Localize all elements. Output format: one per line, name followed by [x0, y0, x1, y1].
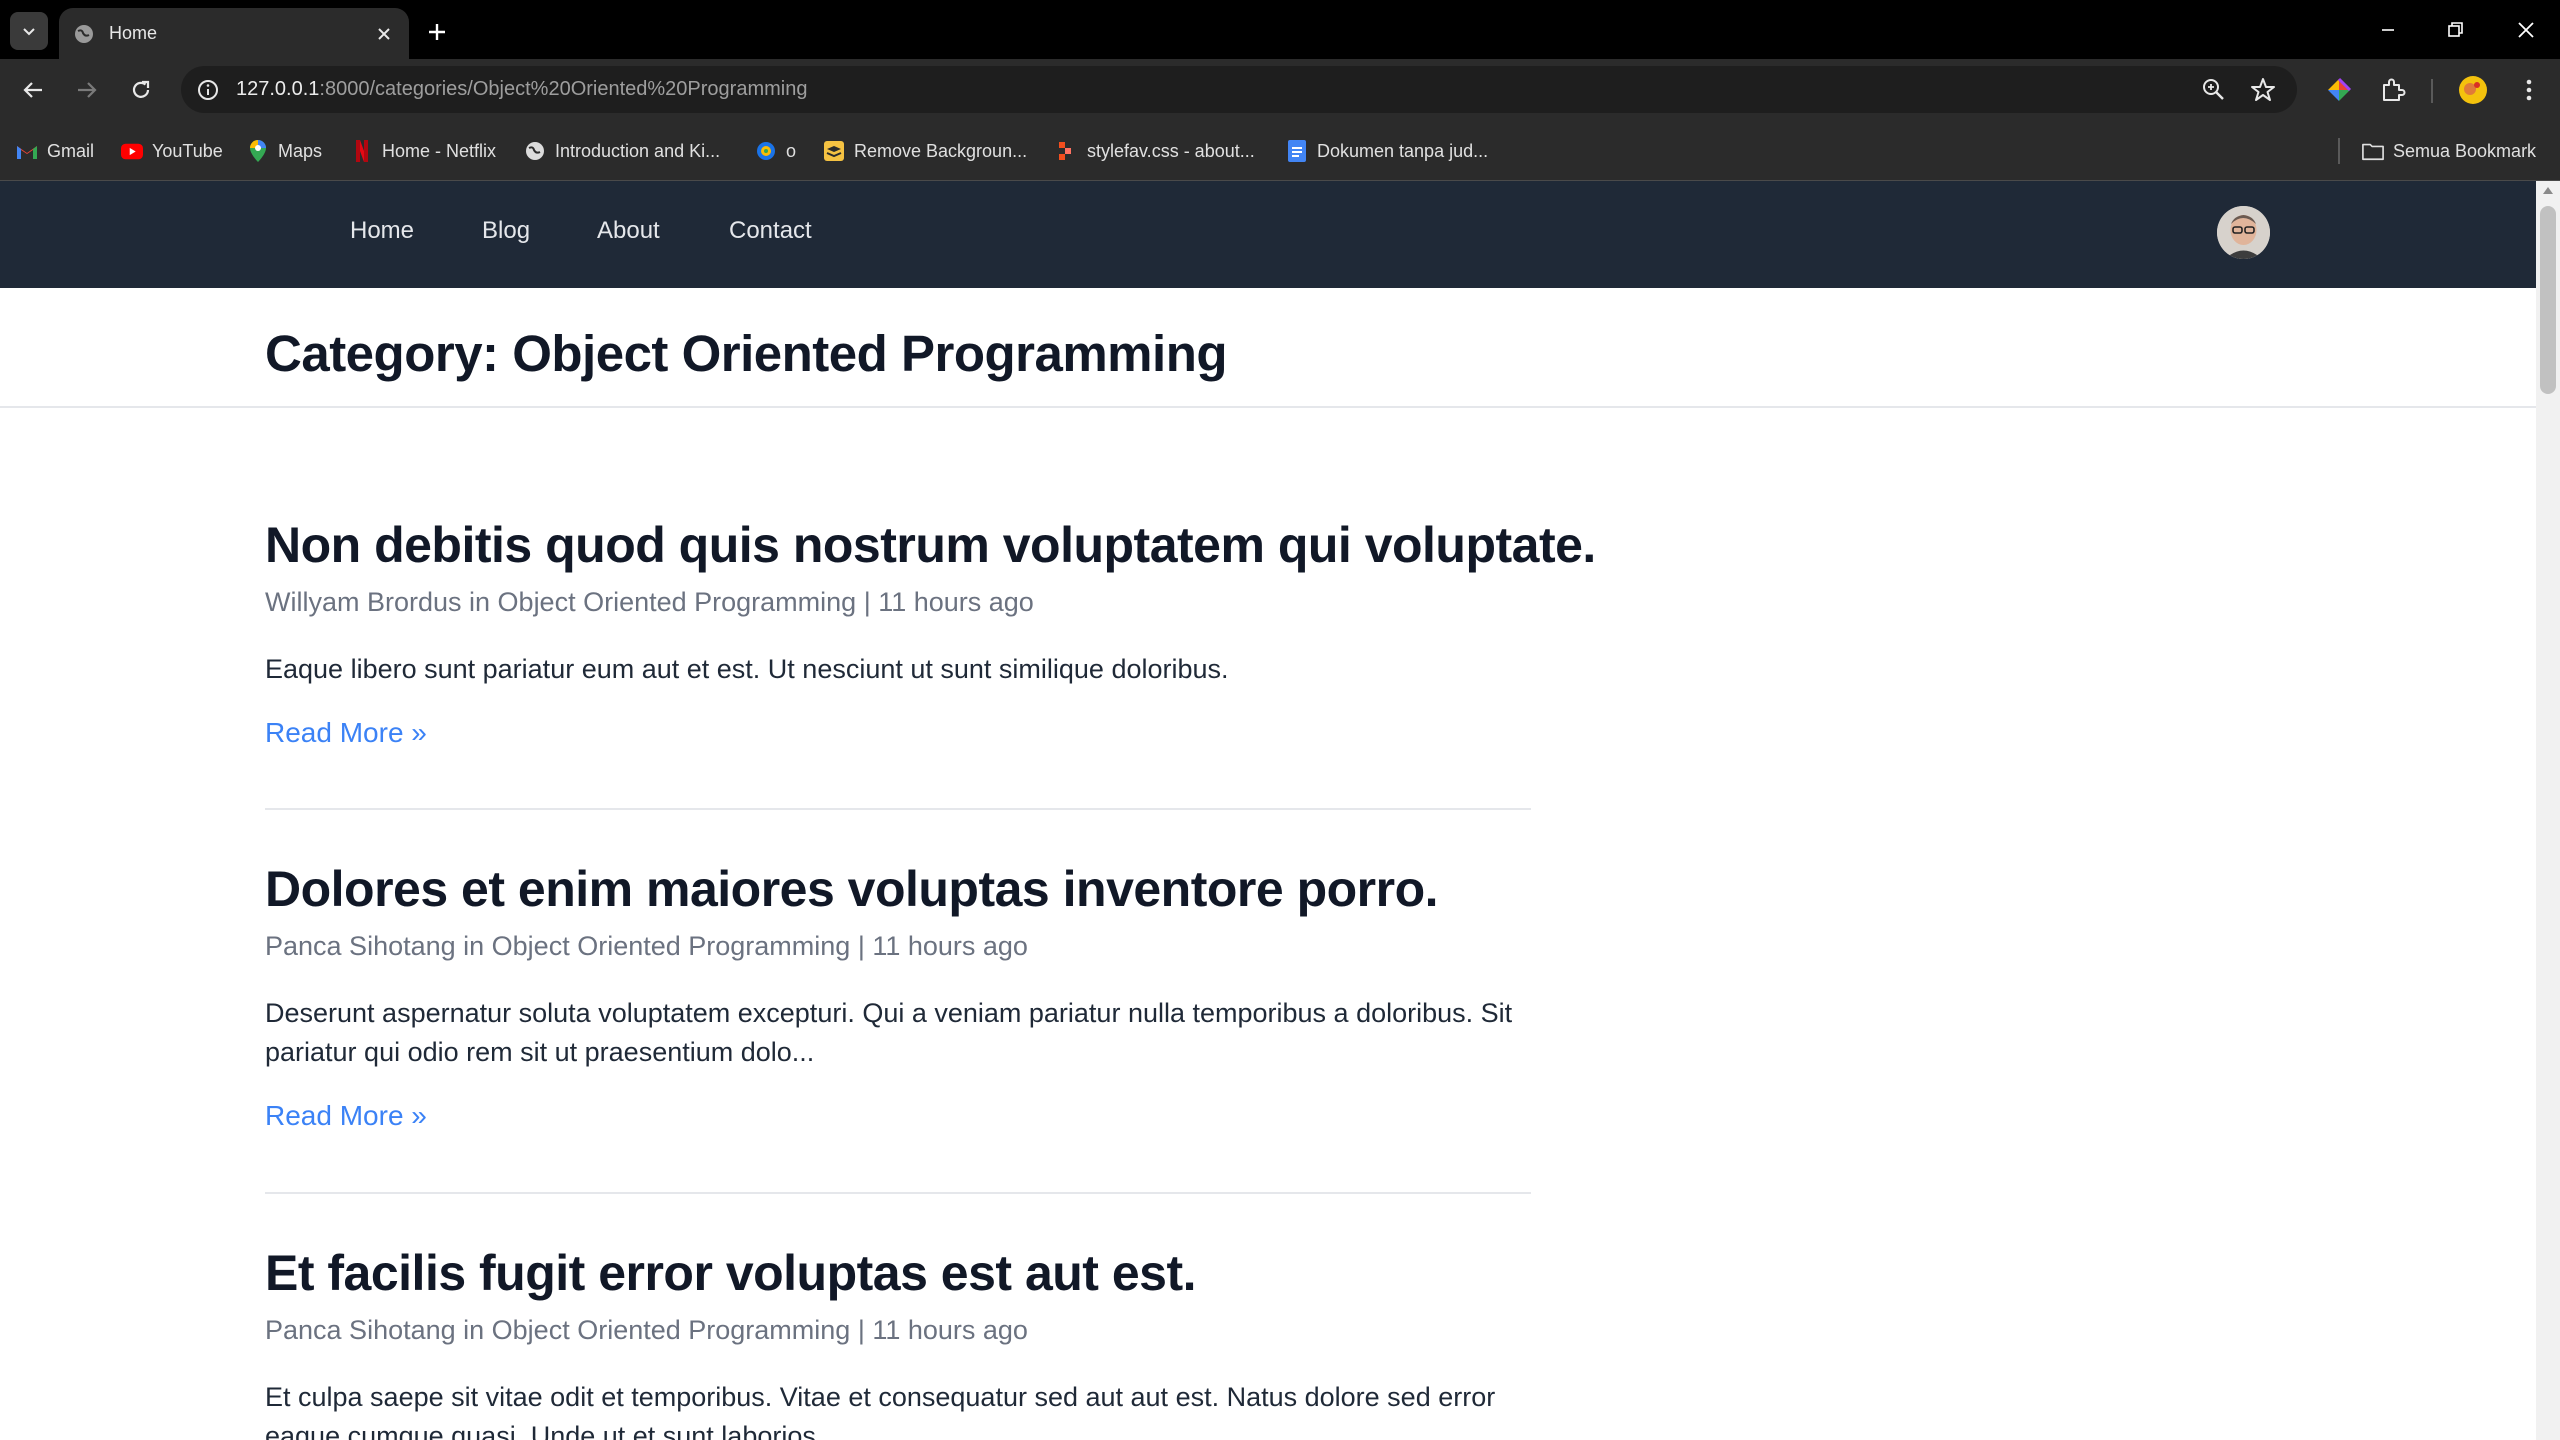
kebab-menu-icon — [2526, 79, 2532, 101]
arrow-left-icon — [23, 82, 42, 98]
nav-link-blog[interactable]: Blog — [482, 217, 530, 245]
active-tab[interactable]: Home — [59, 8, 409, 59]
menu-button[interactable] — [2512, 73, 2546, 107]
info-icon — [198, 80, 218, 100]
nav-link-home[interactable]: Home — [350, 217, 414, 245]
profile-avatar-icon — [2459, 76, 2487, 104]
bookmark-dokumen[interactable]: Dokumen tanpa jud... — [1286, 137, 1488, 165]
zoom-icon[interactable] — [2201, 77, 2227, 103]
page-title: Category: Object Oriented Programming — [265, 325, 1228, 382]
scroll-up-arrow-icon[interactable] — [2543, 187, 2553, 194]
address-bar[interactable]: 127.0.0.1:8000/categories/Object%20Orien… — [181, 66, 2297, 113]
read-more-link[interactable]: Read More » — [265, 1100, 427, 1132]
tab-search-button[interactable] — [10, 12, 48, 50]
bookmark-star-icon[interactable] — [2249, 76, 2277, 104]
page-scrollbar[interactable] — [2536, 181, 2560, 1440]
extension-site-icon — [757, 142, 775, 160]
read-more-link[interactable]: Read More » — [265, 717, 427, 749]
gmail-icon — [17, 145, 37, 159]
post-title[interactable]: Non debitis quod quis nostrum voluptatem… — [265, 517, 1596, 575]
extensions-button[interactable] — [2376, 73, 2410, 107]
bookmark-netflix[interactable]: Home - Netflix — [351, 137, 496, 165]
bookmark-stylefav[interactable]: stylefav.css - about... — [1056, 137, 1255, 165]
back-button[interactable] — [14, 71, 52, 109]
category-header: Category: Object Oriented Programming — [0, 288, 2536, 408]
site-info-button[interactable] — [195, 77, 221, 103]
post-item: Non debitis quod quis nostrum voluptatem… — [265, 517, 1596, 749]
post-title[interactable]: Dolores et enim maiores voluptas invento… — [265, 861, 1531, 919]
bookmarks-separator — [2338, 138, 2340, 164]
globe-icon — [526, 142, 544, 160]
docs-icon — [1288, 140, 1306, 162]
color-extension-button[interactable] — [2322, 73, 2356, 107]
color-wheel-icon — [2328, 77, 2352, 101]
close-window-button[interactable] — [2502, 12, 2550, 48]
close-tab-button[interactable] — [373, 23, 395, 45]
folder-icon — [2362, 143, 2384, 161]
page-viewport: Home Blog About Contact Category: Object… — [0, 181, 2536, 1440]
bookmark-remove-background[interactable]: Remove Backgroun... — [823, 137, 1027, 165]
profile-button[interactable] — [2456, 73, 2490, 107]
youtube-icon — [121, 143, 143, 159]
new-tab-button[interactable] — [420, 15, 454, 49]
post-item: Et facilis fugit error voluptas est aut … — [265, 1245, 1531, 1440]
bookmark-introduction[interactable]: Introduction and Ki... — [524, 137, 720, 165]
bookmark-o[interactable]: o — [755, 137, 796, 165]
browser-toolbar: 127.0.0.1:8000/categories/Object%20Orien… — [0, 59, 2560, 120]
post-item: Dolores et enim maiores voluptas invento… — [265, 861, 1531, 1132]
plus-icon — [429, 24, 445, 40]
post-title[interactable]: Et facilis fugit error voluptas est aut … — [265, 1245, 1531, 1303]
site-navbar: Home Blog About Contact — [0, 181, 2536, 288]
post-meta: Willyam Brordus in Object Oriented Progr… — [265, 586, 1034, 617]
post-excerpt: Eaque libero sunt pariatur eum aut et es… — [265, 653, 1229, 684]
close-icon — [378, 27, 390, 40]
bookmarks-bar: Gmail YouTube Maps Home - Netflix Introd… — [0, 120, 2560, 181]
toolbar-divider — [2431, 79, 2433, 103]
netflix-icon — [356, 140, 368, 162]
avatar-photo-icon — [2217, 206, 2270, 259]
post-divider — [265, 808, 1531, 810]
globe-icon — [75, 24, 93, 43]
minimize-icon — [2382, 29, 2394, 31]
reload-button[interactable] — [122, 71, 160, 109]
forward-button[interactable] — [68, 71, 106, 109]
browser-tab-bar: Home — [0, 0, 2560, 59]
user-avatar[interactable] — [2217, 206, 2270, 259]
post-meta: Panca Sihotang in Object Oriented Progra… — [265, 930, 1028, 961]
bookmark-maps[interactable]: Maps — [247, 137, 322, 165]
tab-title: Home — [109, 23, 158, 43]
removebg-icon — [824, 141, 844, 161]
post-excerpt: Deserunt aspernatur soluta voluptatem ex… — [265, 997, 1513, 1067]
figma-like-icon — [1059, 142, 1071, 160]
reload-icon — [132, 80, 150, 98]
post-divider — [265, 1192, 1531, 1194]
url-text: 127.0.0.1:8000/categories/Object%20Orien… — [236, 78, 808, 100]
minimize-button[interactable] — [2364, 12, 2412, 48]
bookmark-youtube[interactable]: YouTube — [121, 137, 223, 165]
scrollbar-thumb[interactable] — [2540, 206, 2556, 394]
puzzle-icon — [2383, 78, 2406, 101]
chevron-down-icon — [23, 28, 35, 36]
bookmark-gmail[interactable]: Gmail — [16, 137, 94, 165]
maps-icon — [250, 140, 266, 162]
arrow-right-icon — [78, 82, 97, 98]
all-bookmarks-button[interactable]: Semua Bookmark — [2362, 137, 2536, 165]
restore-button[interactable] — [2432, 12, 2480, 48]
restore-icon — [2448, 22, 2463, 37]
post-meta: Panca Sihotang in Object Oriented Progra… — [265, 1314, 1028, 1345]
nav-link-about[interactable]: About — [597, 217, 660, 245]
post-excerpt: Et culpa saepe sit vitae odit et tempori… — [265, 1381, 1496, 1440]
close-icon — [2518, 22, 2534, 38]
nav-link-contact[interactable]: Contact — [729, 217, 812, 245]
